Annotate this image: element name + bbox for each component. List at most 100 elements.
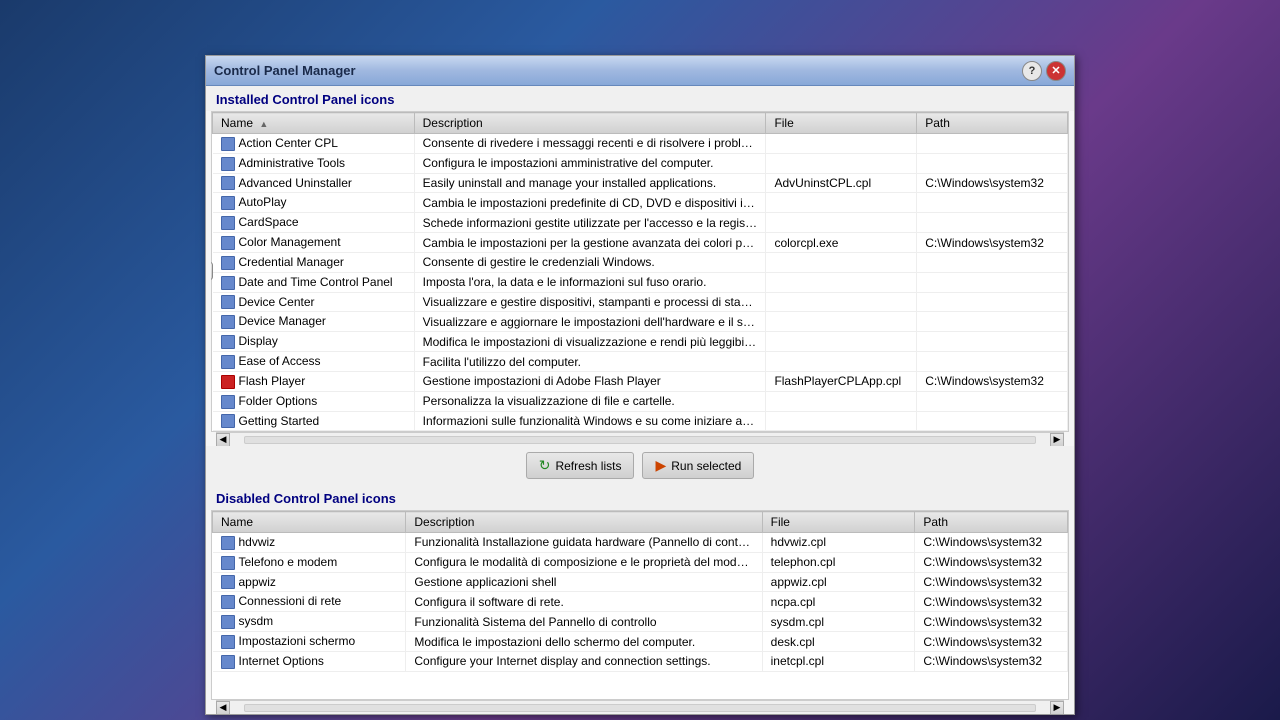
refresh-label: Refresh lists xyxy=(555,459,621,473)
col-path-header[interactable]: Path xyxy=(917,113,1068,134)
installed-table-row[interactable]: Ease of Access Facilita l'utilizzo del c… xyxy=(213,352,1068,372)
installed-table-row[interactable]: Color Management Cambia le impostazioni … xyxy=(213,233,1068,253)
disabled-row-description: Funzionalità Installazione guidata hardw… xyxy=(406,533,762,553)
installed-row-path xyxy=(917,252,1068,272)
disabled-table: Name Description File Path hdvwiz Funzio… xyxy=(212,511,1068,672)
disabled-table-row[interactable]: appwiz Gestione applicazioni shell appwi… xyxy=(213,572,1068,592)
disabled-scroll-left-btn[interactable]: ◀ xyxy=(216,701,230,715)
installed-table-row[interactable]: CardSpace Schede informazioni gestite ut… xyxy=(213,213,1068,233)
sort-arrow-name: ▲ xyxy=(259,119,268,129)
disabled-col-file-header[interactable]: File xyxy=(762,512,915,533)
disabled-row-file: ncpa.cpl xyxy=(762,592,915,612)
scroll-left-btn[interactable]: ◀ xyxy=(216,433,230,447)
disabled-row-file: telephon.cpl xyxy=(762,552,915,572)
disabled-row-description: Funzionalità Sistema del Pannello di con… xyxy=(406,612,762,632)
installed-row-path xyxy=(917,332,1068,352)
installed-table-row[interactable]: AutoPlay Cambia le impostazioni predefin… xyxy=(213,193,1068,213)
installed-table-row[interactable]: Date and Time Control Panel Imposta l'or… xyxy=(213,272,1068,292)
installed-row-path xyxy=(917,193,1068,213)
disabled-table-row[interactable]: Impostazioni schermo Modifica le imposta… xyxy=(213,632,1068,652)
disabled-row-name: Connessioni di rete xyxy=(213,592,406,612)
disabled-table-scroll[interactable]: Name Description File Path hdvwiz Funzio… xyxy=(212,511,1068,699)
row-icon xyxy=(221,236,235,250)
installed-row-name: Action Center CPL xyxy=(213,134,415,154)
installed-row-description: Schede informazioni gestite utilizzate p… xyxy=(414,213,766,233)
row-icon xyxy=(221,556,235,570)
installed-table-row[interactable]: Device Manager Visualizzare e aggiornare… xyxy=(213,312,1068,332)
row-icon xyxy=(221,536,235,550)
title-bar: Control Panel Manager ? ✕ xyxy=(206,56,1074,86)
col-file-header[interactable]: File xyxy=(766,113,917,134)
installed-table-row[interactable]: Flash Player Gestione impostazioni di Ad… xyxy=(213,371,1068,391)
disabled-row-name: hdvwiz xyxy=(213,533,406,553)
installed-row-file xyxy=(766,134,917,154)
row-icon xyxy=(221,157,235,171)
installed-table-row[interactable]: Folder Options Personalizza la visualizz… xyxy=(213,391,1068,411)
disabled-scroll-track xyxy=(244,704,1036,712)
disabled-row-file: inetcpl.cpl xyxy=(762,651,915,671)
installed-hscroll[interactable]: ◀ ▶ xyxy=(216,432,1064,446)
disabled-table-row[interactable]: hdvwiz Funzionalità Installazione guidat… xyxy=(213,533,1068,553)
installed-table-row[interactable]: Getting Started Informazioni sulle funzi… xyxy=(213,411,1068,431)
installed-row-path: C:\Windows\system32 xyxy=(917,173,1068,193)
installed-row-description: Personalizza la visualizzazione di file … xyxy=(414,391,766,411)
installed-row-name: Date and Time Control Panel xyxy=(213,272,415,292)
installed-table-row[interactable]: Display Modifica le impostazioni di visu… xyxy=(213,332,1068,352)
row-icon xyxy=(221,295,235,309)
row-icon xyxy=(221,655,235,669)
main-window: Control Panel Manager ? ✕ Installed Cont… xyxy=(205,55,1075,715)
col-desc-header[interactable]: Description xyxy=(414,113,766,134)
installed-row-name: Administrative Tools xyxy=(213,153,415,173)
disabled-table-row[interactable]: sysdm Funzionalità Sistema del Pannello … xyxy=(213,612,1068,632)
disabled-table-row[interactable]: Telefono e modem Configura le modalità d… xyxy=(213,552,1068,572)
disabled-row-path: C:\Windows\system32 xyxy=(915,533,1068,553)
disabled-row-name: sysdm xyxy=(213,612,406,632)
disabled-table-row[interactable]: Connessioni di rete Configura il softwar… xyxy=(213,592,1068,612)
installed-row-file xyxy=(766,153,917,173)
disabled-row-name: Telefono e modem xyxy=(213,552,406,572)
installed-row-description: Visualizzare e gestire dispositivi, stam… xyxy=(414,292,766,312)
refresh-button[interactable]: ↻ Refresh lists xyxy=(526,452,635,479)
installed-table-row[interactable]: Administrative Tools Configura le impost… xyxy=(213,153,1068,173)
row-icon xyxy=(221,276,235,290)
disabled-col-name-header[interactable]: Name xyxy=(213,512,406,533)
disabled-hscroll[interactable]: ◀ ▶ xyxy=(216,700,1064,714)
installed-table-row[interactable]: Credential Manager Consente di gestire l… xyxy=(213,252,1068,272)
installed-row-file xyxy=(766,292,917,312)
disabled-scroll-right-btn[interactable]: ▶ xyxy=(1050,701,1064,715)
installed-row-description: Modifica le impostazioni di visualizzazi… xyxy=(414,332,766,352)
help-button[interactable]: ? xyxy=(1022,61,1042,81)
installed-row-file xyxy=(766,213,917,233)
installed-row-description: Gestione impostazioni di Adobe Flash Pla… xyxy=(414,371,766,391)
row-icon xyxy=(221,335,235,349)
disabled-row-file: sysdm.cpl xyxy=(762,612,915,632)
installed-row-path xyxy=(917,292,1068,312)
disable-button[interactable]: Disable xyxy=(211,262,213,280)
scroll-right-btn[interactable]: ▶ xyxy=(1050,433,1064,447)
installed-row-name: Credential Manager xyxy=(213,252,415,272)
installed-row-name: Display xyxy=(213,332,415,352)
disabled-row-path: C:\Windows\system32 xyxy=(915,572,1068,592)
installed-row-path xyxy=(917,134,1068,154)
disabled-table-row[interactable]: Internet Options Configure your Internet… xyxy=(213,651,1068,671)
installed-table-row[interactable]: Action Center CPL Consente di rivedere i… xyxy=(213,134,1068,154)
disabled-row-description: Configure your Internet display and conn… xyxy=(406,651,762,671)
button-bar: ↻ Refresh lists ▶ Run selected xyxy=(206,446,1074,485)
row-icon xyxy=(221,196,235,210)
installed-row-path xyxy=(917,411,1068,431)
installed-row-name: Getting Started xyxy=(213,411,415,431)
installed-row-file xyxy=(766,312,917,332)
installed-table-row[interactable]: Advanced Uninstaller Easily uninstall an… xyxy=(213,173,1068,193)
installed-row-description: Informazioni sulle funzionalità Windows … xyxy=(414,411,766,431)
col-name-header[interactable]: Name ▲ xyxy=(213,113,415,134)
installed-table-scroll[interactable]: Name ▲ Description File Path Action Cent… xyxy=(212,112,1068,431)
disabled-col-desc-header[interactable]: Description xyxy=(406,512,762,533)
disabled-section: Disabled Control Panel icons Enable xyxy=(206,485,1074,714)
installed-table-row[interactable]: Device Center Visualizzare e gestire dis… xyxy=(213,292,1068,312)
installed-row-file: AdvUninstCPL.cpl xyxy=(766,173,917,193)
run-selected-button[interactable]: ▶ Run selected xyxy=(642,452,754,479)
close-button[interactable]: ✕ xyxy=(1046,61,1066,81)
disabled-row-file: desk.cpl xyxy=(762,632,915,652)
disabled-col-path-header[interactable]: Path xyxy=(915,512,1068,533)
disabled-row-name: appwiz xyxy=(213,572,406,592)
